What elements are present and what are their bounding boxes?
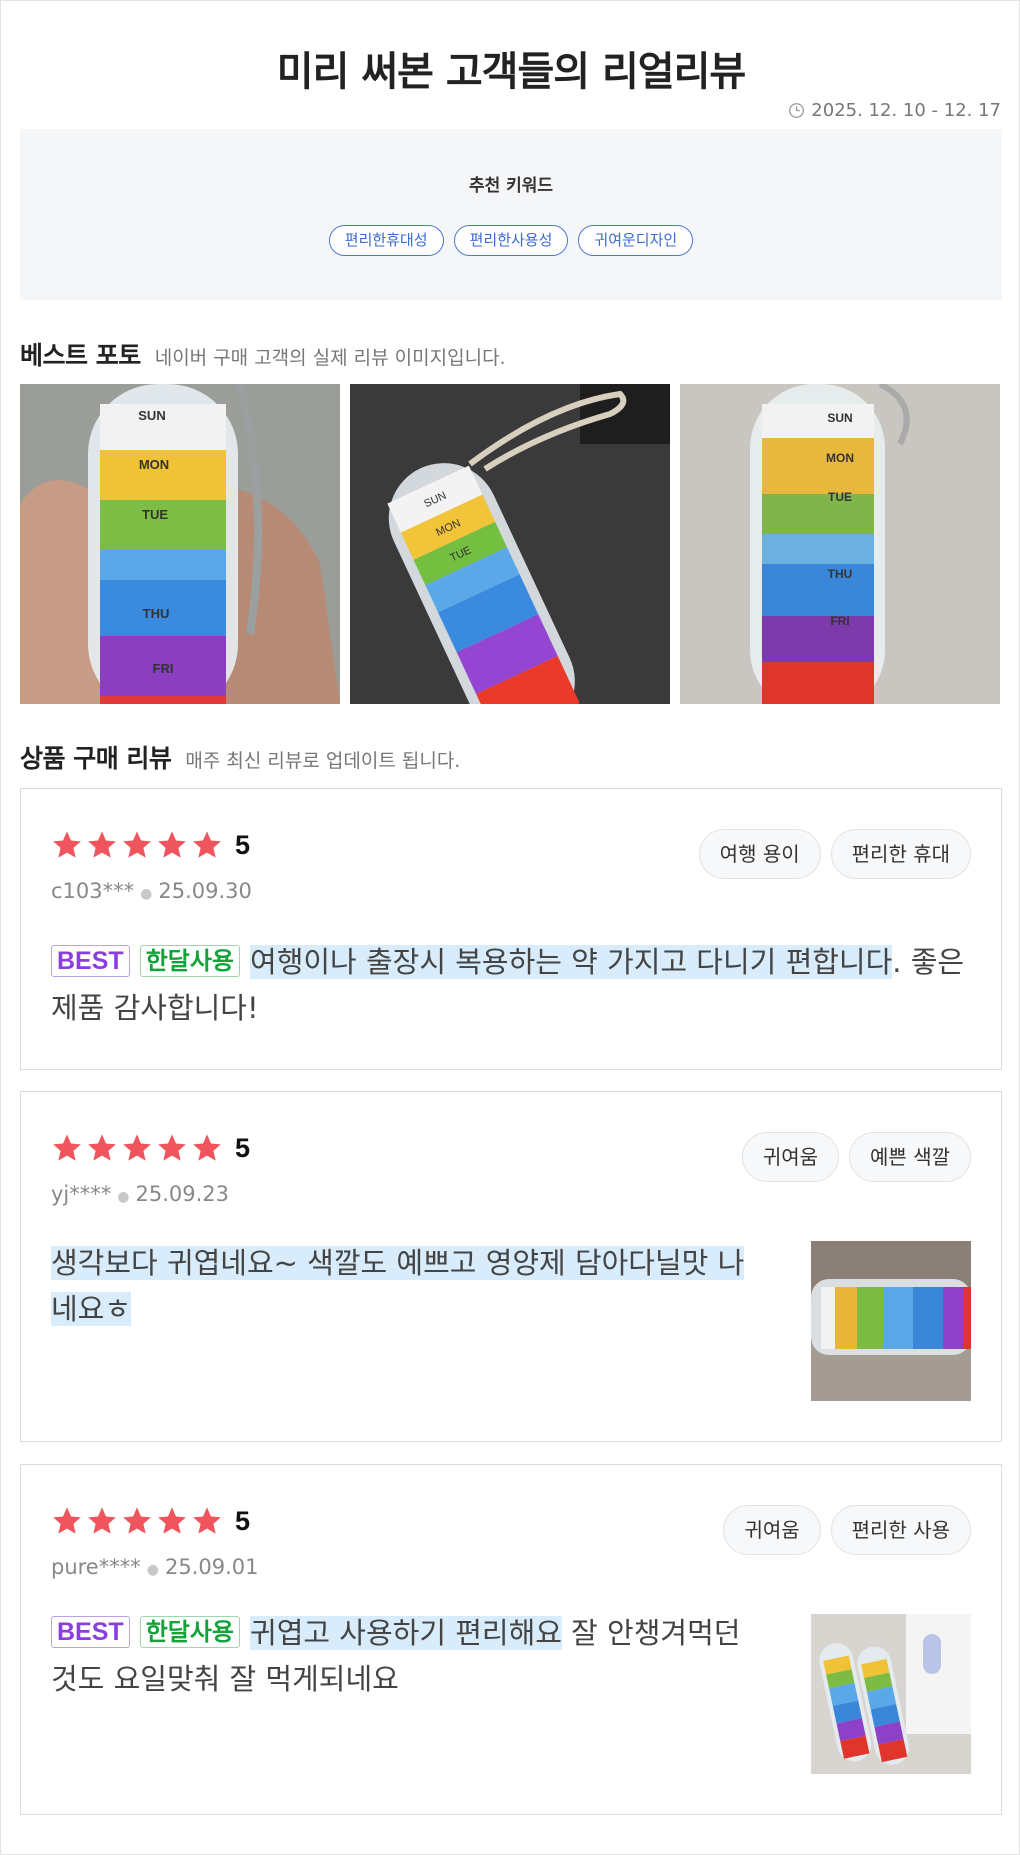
review-date: 25.09.01 xyxy=(164,1555,259,1579)
month-use-badge: 한달사용 xyxy=(139,1616,241,1648)
star-icon xyxy=(88,1507,116,1534)
review-card[interactable]: 5 pure**** ● 25.09.01 귀여움 편리한 사용 BEST 한달사용 귀… xyxy=(20,1464,1002,1815)
keyword-chip[interactable]: 편리한사용성 xyxy=(453,225,569,256)
separator-dot: ● xyxy=(117,1189,130,1205)
star-rating: 5 xyxy=(51,1505,250,1537)
rating-score: 5 xyxy=(235,1505,251,1536)
star-icon xyxy=(88,1134,116,1161)
star-rating: 5 xyxy=(51,829,250,861)
review-tag[interactable]: 여행 용이 xyxy=(698,829,821,879)
review-date: 25.09.23 xyxy=(135,1182,229,1206)
review-photo[interactable] xyxy=(811,1241,971,1401)
day-label: TUE xyxy=(142,507,168,522)
page-title: 미리 써본 고객들의 리얼리뷰 xyxy=(276,49,746,95)
star-icon xyxy=(158,831,186,858)
review-tag[interactable]: 편리한 사용 xyxy=(830,1505,971,1555)
keyword-chip[interactable]: 편리한휴대성 xyxy=(328,225,444,256)
rating-score: 5 xyxy=(235,829,251,860)
review-card[interactable]: 5 c103*** ● 25.09.30 여행 용이 편리한 휴대 BEST 한달사용… xyxy=(20,788,1002,1070)
day-label: THU xyxy=(828,567,853,581)
review-text: 생각보다 귀엽네요~ 색깔도 예쁘고 영양제 담아다닐맛 나네요ㅎ xyxy=(51,1240,761,1332)
review-tags: 여행 용이 편리한 휴대 xyxy=(698,829,971,879)
review-tags: 귀여움 예쁜 색깔 xyxy=(741,1132,971,1182)
best-photo-header: 베스트 포토 네이버 구매 고객의 실제 리뷰 이미지입니다. xyxy=(20,336,506,372)
star-icon xyxy=(193,831,221,858)
month-use-badge: 한달사용 xyxy=(139,945,241,977)
star-icon xyxy=(158,1507,186,1534)
review-tag[interactable]: 귀여움 xyxy=(741,1132,840,1182)
star-icon xyxy=(53,1507,81,1534)
star-icon xyxy=(123,831,151,858)
keyword-panel: 추천 키워드 편리한휴대성 편리한사용성 귀여운디자인 xyxy=(20,129,1002,300)
review-highlight: 생각보다 귀엽네요~ 색깔도 예쁘고 영양제 담아다닐맛 나네요ㅎ xyxy=(51,1246,745,1326)
clock-icon xyxy=(789,103,805,118)
review-page: 미리 써본 고객들의 리얼리뷰 2025. 12. 10 - 12. 17 추천… xyxy=(0,0,1020,1855)
review-tag[interactable]: 예쁜 색깔 xyxy=(849,1132,971,1182)
review-tag[interactable]: 편리한 휴대 xyxy=(830,829,971,879)
star-icon xyxy=(193,1507,221,1534)
star-icon xyxy=(193,1134,221,1161)
day-label: SUN xyxy=(138,408,165,423)
day-label: SUN xyxy=(827,411,852,425)
review-text: BEST 한달사용 귀엽고 사용하기 편리해요 잘 안챙겨먹던 것도 요일맞춰 잘 … xyxy=(51,1610,751,1702)
best-photo-1[interactable]: SUN MON TUE THU FRI xyxy=(20,384,340,704)
day-label: FRI xyxy=(153,661,174,676)
separator-dot: ● xyxy=(140,886,153,902)
review-photo[interactable] xyxy=(811,1614,971,1774)
best-photo-3[interactable]: SUN MON TUE THU FRI xyxy=(680,384,1000,704)
star-icon xyxy=(158,1134,186,1161)
keyword-title: 추천 키워드 xyxy=(468,176,554,196)
review-highlight: 귀엽고 사용하기 편리해요 xyxy=(250,1616,562,1650)
period-text: 2025. 12. 10 - 12. 17 xyxy=(811,100,1001,121)
star-icon xyxy=(123,1507,151,1534)
best-photo-subtitle: 네이버 구매 고객의 실제 리뷰 이미지입니다. xyxy=(154,347,506,369)
review-meta: pure**** ● 25.09.01 xyxy=(51,1555,258,1579)
separator-dot: ● xyxy=(146,1562,159,1578)
star-rating: 5 xyxy=(51,1132,250,1164)
reviewer-id: yj**** xyxy=(51,1182,112,1206)
star-icon xyxy=(88,831,116,858)
rating-score: 5 xyxy=(235,1132,251,1163)
day-label: THU xyxy=(143,606,170,621)
best-photo-title: 베스트 포토 xyxy=(20,341,141,370)
day-label: FRI xyxy=(830,614,849,628)
star-icon xyxy=(53,831,81,858)
review-date: 25.09.30 xyxy=(158,879,252,903)
keyword-chips: 편리한휴대성 편리한사용성 귀여운디자인 xyxy=(20,225,1002,256)
day-label: MON xyxy=(139,457,169,472)
review-text: BEST 한달사용 여행이나 출장시 복용하는 약 가지고 다니기 편합니다. 좋은… xyxy=(51,939,971,1031)
reviews-subtitle: 매주 최신 리뷰로 업데이트 됩니다. xyxy=(185,750,461,772)
day-label: TUE xyxy=(828,490,852,504)
star-icon xyxy=(53,1134,81,1161)
review-meta: yj**** ● 25.09.23 xyxy=(51,1182,229,1206)
review-tag[interactable]: 귀여움 xyxy=(723,1505,821,1555)
best-photo-gallery: SUN MON TUE THU FRI SUN MON TUE SUN MON … xyxy=(20,384,1000,704)
review-period: 2025. 12. 10 - 12. 17 xyxy=(788,100,1001,121)
keyword-chip[interactable]: 귀여운디자인 xyxy=(578,225,694,256)
day-label: MON xyxy=(826,451,854,465)
review-meta: c103*** ● 25.09.30 xyxy=(51,879,252,903)
star-icon xyxy=(123,1134,151,1161)
reviews-title: 상품 구매 리뷰 xyxy=(20,744,172,773)
review-card[interactable]: 5 yj**** ● 25.09.23 귀여움 예쁜 색깔 생각보다 귀엽네요~ 색… xyxy=(20,1091,1002,1442)
review-highlight: 여행이나 출장시 복용하는 약 가지고 다니기 편합니다 xyxy=(250,945,893,979)
best-badge: BEST xyxy=(51,1616,130,1648)
reviewer-id: pure**** xyxy=(51,1555,141,1579)
review-tags: 귀여움 편리한 사용 xyxy=(723,1505,971,1555)
reviews-header: 상품 구매 리뷰 매주 최신 리뷰로 업데이트 됩니다. xyxy=(20,739,460,775)
best-photo-2[interactable]: SUN MON TUE xyxy=(350,384,670,704)
best-badge: BEST xyxy=(51,945,130,977)
reviewer-id: c103*** xyxy=(51,879,135,903)
